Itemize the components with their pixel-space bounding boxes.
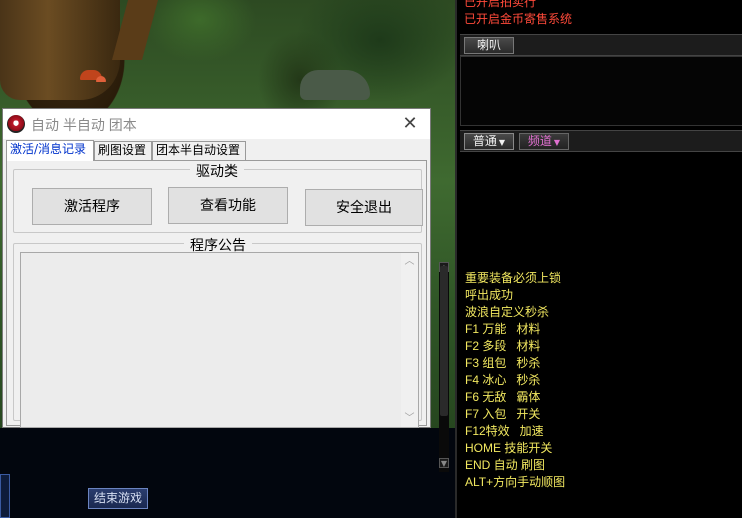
chat-line: 波浪自定义秒杀: [465, 305, 550, 319]
scroll-down-icon[interactable]: ﹀: [401, 410, 418, 427]
tab-panel: 驱动类 激活程序 查看功能 安全退出 程序公告 ︿ ﹀: [6, 160, 427, 428]
driver-group-title: 驱动类: [190, 161, 244, 181]
left-frame-panel: [0, 474, 10, 518]
auto-dialog-window: 自动 半自动 团本 ✕ 激活/消息记录 刷图设置 团本半自动设置 驱动类 激活程…: [2, 108, 431, 428]
chevron-down-icon: ▼: [498, 138, 506, 147]
end-game-button[interactable]: 结束游戏: [88, 488, 148, 509]
chat-line: F4 冰心 秒杀: [465, 373, 541, 387]
system-message: 已开启拍卖行: [464, 0, 537, 9]
chat-tab-bar: 普通 ▼ 频道 ▼: [460, 130, 742, 152]
scroll-down-icon[interactable]: ▼: [439, 458, 449, 468]
notice-textarea[interactable]: ︿ ﹀: [20, 252, 419, 428]
driver-group: 驱动类 激活程序 查看功能 安全退出: [13, 161, 423, 233]
chat-line: F1 万能 材料: [465, 322, 541, 336]
chat-line: F3 组包 秒杀: [465, 356, 541, 370]
game-lower-area: [0, 428, 455, 518]
chat-message-list: 重要装备必须上锁 呼出成功 波浪自定义秒杀 F1 万能 材料 F2 多段 材料 …: [465, 270, 735, 491]
dialog-titlebar[interactable]: 自动 半自动 团本 ✕: [3, 109, 430, 139]
chat-line: END 自动 刷图: [465, 458, 546, 472]
tab-horn[interactable]: 喇叭: [464, 37, 514, 54]
activate-button[interactable]: 激活程序: [32, 188, 152, 225]
notice-scrollbar[interactable]: ︿ ﹀: [401, 253, 418, 427]
rock-decoration: [300, 70, 370, 100]
view-features-button[interactable]: 查看功能: [168, 187, 288, 224]
chat-line: 呼出成功: [465, 288, 514, 302]
chat-line: F7 入包 开关: [465, 407, 541, 421]
tab-map-settings[interactable]: 刷图设置: [94, 141, 152, 160]
mushroom-decoration-small: [96, 76, 106, 82]
chat-line: HOME 技能开关: [465, 441, 553, 455]
chevron-down-icon: ▼: [553, 138, 561, 147]
safe-exit-button[interactable]: 安全退出: [305, 189, 423, 226]
chat-line: F12特效 加速: [465, 424, 544, 438]
chat-panel: 已开启拍卖行 已开启金币寄售系统 喇叭 普通 ▼ 频道 ▼ 重要装备必须上锁 呼出成…: [455, 0, 742, 518]
horn-tab-bar: 喇叭: [460, 34, 742, 56]
system-message: 已开启金币寄售系统: [464, 12, 573, 26]
app-logo-icon: [7, 115, 25, 133]
chat-line: ALT+方向手动顺图: [465, 475, 566, 489]
tab-raid-settings[interactable]: 团本半自动设置: [152, 141, 246, 160]
tab-channel[interactable]: 频道 ▼: [519, 133, 569, 150]
tree-trunk-decoration: [0, 0, 120, 100]
dialog-title: 自动 半自动 团本: [31, 117, 137, 133]
chat-line: F6 无敌 霸体: [465, 390, 541, 404]
horn-message-box: [460, 56, 742, 126]
tab-common[interactable]: 普通 ▼: [464, 133, 514, 150]
notice-group: 程序公告 ︿ ﹀: [13, 235, 422, 428]
game-scrollbar[interactable]: ▲ ▼: [439, 262, 449, 472]
scroll-up-icon[interactable]: ︿: [401, 253, 418, 270]
chat-line: F2 多段 材料: [465, 339, 541, 353]
scroll-thumb[interactable]: [440, 266, 448, 416]
tab-common-label: 普通: [472, 134, 497, 148]
tab-channel-label: 频道: [527, 134, 552, 148]
close-icon[interactable]: ✕: [399, 113, 421, 135]
chat-line: 重要装备必须上锁: [465, 271, 562, 285]
tab-activation-log[interactable]: 激活/消息记录: [6, 140, 94, 161]
